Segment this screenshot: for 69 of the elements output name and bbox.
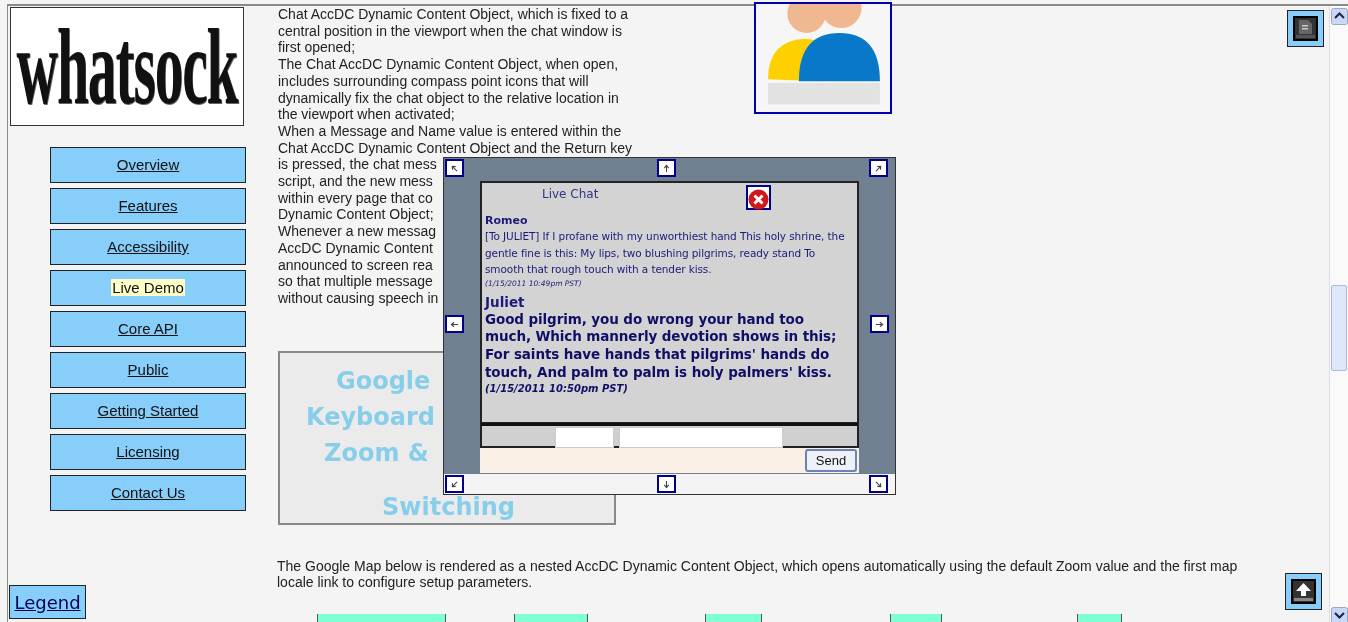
compass-w-button[interactable] — [445, 315, 464, 333]
text-line: Chat AccDC Dynamic Content Object and the Return key — [278, 139, 633, 157]
text-line: script, and the new mess — [278, 173, 433, 190]
page-button[interactable] — [1287, 10, 1324, 47]
banner-text: Keyboard — [306, 401, 435, 433]
compass-nw-button[interactable] — [445, 159, 464, 177]
message-time: (1/15/2011 10:50pm PST) — [485, 382, 629, 397]
text-line: dynamically fix the chat object to the relative location in — [278, 89, 619, 107]
close-icon — [748, 189, 769, 210]
back-to-top-button[interactable] — [1285, 573, 1322, 610]
text-line: so that multiple message — [278, 273, 433, 290]
nav-link[interactable]: Licensing — [50, 434, 246, 470]
compass-ne-button[interactable] — [869, 159, 888, 177]
text-line: The Chat AccDC Dynamic Content Object, when open, — [278, 56, 619, 73]
arrow-icon — [662, 163, 671, 173]
map-description: The Google Map below is rendered as a nested AccDC Dynamic Content Object, which opens automatically using the default Zoom value and the first map locale link to configure setup parameters. — [277, 558, 1239, 590]
text-line: When a Message and Name value is entered within the — [278, 122, 622, 140]
arrow-icon — [450, 163, 459, 173]
compass-se-button[interactable] — [869, 475, 888, 493]
scroll-down-icon — [1331, 607, 1348, 622]
people-icon — [754, 2, 892, 114]
name-field[interactable] — [555, 427, 614, 448]
compass-n-button[interactable] — [657, 159, 676, 177]
logo-text: whatsock — [16, 12, 238, 121]
text-line: central position in the viewport when the chat window is — [278, 22, 622, 40]
text-line: is pressed, the chat mess — [278, 156, 437, 174]
compass-e-button[interactable] — [870, 315, 889, 333]
banner-text: Zoom & — [324, 437, 429, 469]
chat-title: Live Chat — [542, 186, 599, 203]
arrow-icon — [450, 319, 459, 329]
text-line: within every page that co — [278, 189, 433, 207]
scroll-thumb[interactable] — [1331, 285, 1347, 371]
text-line: includes surrounding compass point icons that will — [278, 72, 589, 90]
text-line: first opened; — [278, 39, 356, 57]
arrow-icon — [662, 479, 671, 489]
nav-link[interactable]: Overview — [50, 147, 246, 183]
message-author: Romeo — [485, 213, 529, 228]
text-line: the viewport when activated; — [278, 106, 455, 123]
arrow-icon — [874, 479, 883, 489]
nav-link[interactable]: Core API — [50, 311, 246, 347]
banner-text: Google — [336, 365, 431, 397]
text-line: without causing speech in — [278, 289, 439, 307]
arrow-icon — [874, 163, 883, 173]
text-line: Whenever a new messag — [278, 223, 436, 240]
close-button[interactable] — [746, 185, 771, 210]
message-text: Good pilgrim, you do wrong your hand too much, Which mannerly devotion shows in this; For saints have hands that pilgrims' hands do touch, And palm to palm is holy palmers' kiss. — [485, 310, 838, 382]
nav-link[interactable]: Contact Us — [50, 475, 246, 511]
nav-link[interactable]: Public — [50, 352, 246, 388]
banner-text: Switching — [382, 492, 515, 521]
arrow-icon — [450, 479, 459, 489]
message-author: Juliet — [485, 293, 526, 311]
text-line: Dynamic Content Object; — [278, 206, 434, 224]
message-text: [To JULIET] If I profane with my unworthiest hand This holy shrine, the gentle fine is this: My lips, two blushing pilgrims, ready stand To smooth that rough touch with a tender kiss. — [485, 229, 846, 278]
nav-link[interactable]: Accessibility — [50, 229, 246, 265]
text-line: Chat AccDC Dynamic Content Object, which is fixed to a — [278, 6, 629, 23]
message-field[interactable] — [619, 427, 783, 448]
scroll-up-icon — [1331, 8, 1348, 25]
document-icon — [1293, 16, 1318, 41]
text-line: announced to screen rea — [278, 256, 433, 274]
compass-s-button[interactable] — [657, 475, 676, 493]
nav-link[interactable]: Live Demo — [50, 270, 246, 306]
compass-sw-button[interactable] — [445, 475, 464, 493]
nav-link[interactable]: Features — [50, 188, 246, 224]
send-button[interactable]: Send — [805, 449, 857, 472]
legend-button[interactable]: Legend — [9, 585, 86, 619]
scrollbar[interactable] — [1329, 6, 1348, 622]
arrow-icon — [875, 319, 884, 329]
nav-link[interactable]: Getting Started — [50, 393, 246, 429]
text-line: AccDC Dynamic Content — [278, 239, 433, 257]
